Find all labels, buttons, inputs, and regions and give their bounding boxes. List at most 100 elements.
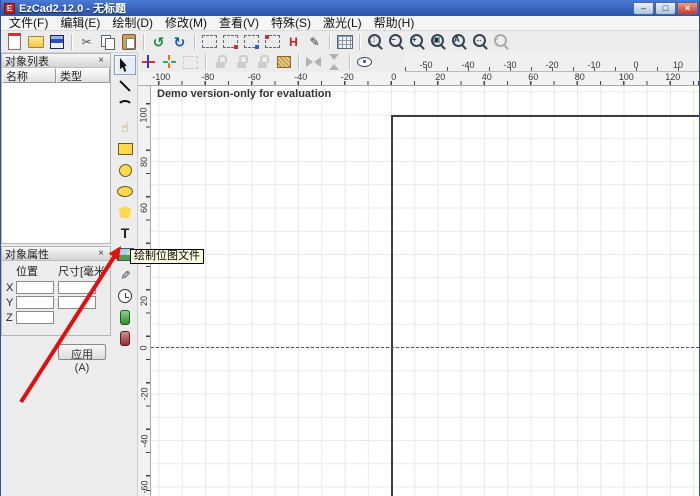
zoom-all-button[interactable]: A: [448, 32, 469, 52]
preview-button[interactable]: [354, 52, 375, 72]
zoom-window-button[interactable]: ▣: [427, 32, 448, 52]
new-file-button[interactable]: [4, 32, 25, 52]
toolbar-separator: [349, 54, 350, 70]
select-all-button[interactable]: [199, 32, 220, 52]
button-glyph: □: [370, 35, 375, 44]
object-list-body[interactable]: [2, 83, 110, 243]
select-copy-button[interactable]: [241, 32, 262, 52]
size-header: 尺寸[毫米]: [58, 263, 104, 279]
lock-z-button[interactable]: [252, 52, 273, 72]
ruler-label: 0: [615, 60, 657, 71]
zoom-previous-button[interactable]: ·: [490, 32, 511, 52]
point-tool[interactable]: ☝: [114, 118, 136, 138]
ruler-label: 120: [650, 72, 697, 85]
circle-tool[interactable]: [114, 160, 136, 180]
menu-bar: 文件(F) 编辑(E) 绘制(D) 修改(M) 查看(V) 特殊(S) 激光(L…: [1, 16, 700, 31]
ruler-label: 20: [417, 72, 464, 85]
snap-grid-button[interactable]: [180, 52, 201, 72]
ruler-label: -40: [278, 72, 325, 85]
lock-x-button[interactable]: [210, 52, 231, 72]
ruler-upper-fragment: -50-40-30-20-10010: [405, 52, 700, 72]
position-y-input[interactable]: [16, 296, 54, 309]
ruler-label-slot: 20: [138, 278, 150, 325]
copy-button[interactable]: [97, 32, 118, 52]
mirror-vertical-button[interactable]: [324, 52, 345, 72]
button-glyph: A: [454, 35, 460, 44]
ruler-label: 0: [371, 72, 418, 85]
ruler-label: 20: [139, 296, 149, 306]
menu-laser[interactable]: 激光(L): [317, 16, 368, 31]
menu-modify[interactable]: 修改(M): [159, 16, 213, 31]
apply-button[interactable]: 应用(A): [58, 344, 106, 360]
select-invert-button[interactable]: [220, 32, 241, 52]
horizontal-ruler: -100-80-60-40-20020406080100120: [138, 72, 700, 86]
column-name[interactable]: 名称: [2, 68, 56, 83]
delay-tool[interactable]: [114, 286, 136, 306]
mirror-horizontal-button[interactable]: [303, 52, 324, 72]
menu-special[interactable]: 特殊(S): [265, 16, 317, 31]
menu-edit[interactable]: 编辑(E): [54, 16, 106, 31]
select-delete-button[interactable]: [262, 32, 283, 52]
polygon-tool[interactable]: [114, 202, 136, 222]
edit-toolbar: [138, 52, 405, 72]
button-glyph: +: [412, 35, 417, 44]
redo-button[interactable]: ↻: [169, 32, 190, 52]
lock-y-button[interactable]: [231, 52, 252, 72]
hatch-button[interactable]: H: [283, 32, 304, 52]
ruler-label: 100: [603, 72, 650, 85]
menu-help[interactable]: 帮助(H): [368, 16, 421, 31]
position-x-input[interactable]: [16, 281, 54, 294]
zoom-select-button[interactable]: □: [364, 32, 385, 52]
button-glyph: ✂: [81, 35, 91, 49]
ruler-label: -20: [531, 60, 573, 71]
maximize-button[interactable]: □: [655, 2, 676, 15]
close-icon[interactable]: ×: [95, 55, 107, 67]
menu-view[interactable]: 查看(V): [213, 16, 265, 31]
ruler-label-slot: 100: [138, 92, 150, 139]
menu-draw[interactable]: 绘制(D): [106, 16, 159, 31]
rectangle-tool[interactable]: [114, 139, 136, 159]
zoom-out-button[interactable]: −: [385, 32, 406, 52]
undo-button[interactable]: ↺: [148, 32, 169, 52]
lock-group: [210, 52, 294, 72]
input-port-tool[interactable]: [114, 307, 136, 327]
menu-file[interactable]: 文件(F): [3, 16, 54, 31]
size-x-input[interactable]: [58, 281, 96, 294]
vector-file-tool[interactable]: ✎: [114, 265, 136, 285]
toolbar-separator: [329, 34, 330, 50]
select-tool[interactable]: [114, 55, 136, 75]
ruler-label: 60: [139, 203, 149, 213]
line-tool[interactable]: [114, 76, 136, 96]
button-glyph: ↻: [174, 35, 186, 49]
close-icon[interactable]: ×: [95, 248, 107, 260]
ruler-label-slot: -60: [138, 464, 150, 496]
output-port-tool[interactable]: [114, 328, 136, 348]
ruler-label-slot: -40: [138, 418, 150, 465]
toolbar-separator: [205, 54, 206, 70]
zoom-in-button[interactable]: +: [406, 32, 427, 52]
grid-button[interactable]: [334, 32, 355, 52]
column-type[interactable]: 类型: [56, 68, 110, 83]
window-button-glyph: –: [641, 4, 646, 13]
clipboard-group: ✂: [76, 32, 139, 52]
pen-param-button[interactable]: ✎: [304, 32, 325, 52]
ruler-label: 40: [464, 72, 511, 85]
axes-button[interactable]: [138, 52, 159, 72]
position-z-input[interactable]: [16, 311, 54, 324]
text-tool[interactable]: T: [114, 223, 136, 243]
curve-tool[interactable]: [114, 97, 136, 117]
pan-button[interactable]: ↔: [469, 32, 490, 52]
open-file-button[interactable]: [25, 32, 46, 52]
guides-button[interactable]: [159, 52, 180, 72]
cut-button[interactable]: ✂: [76, 32, 97, 52]
drawing-canvas[interactable]: Demo version-only for evaluation: [151, 86, 699, 496]
close-button[interactable]: ×: [677, 2, 698, 15]
x-label: X: [6, 282, 16, 294]
ellipse-tool[interactable]: [114, 181, 136, 201]
paste-button[interactable]: [118, 32, 139, 52]
fill-button[interactable]: [273, 52, 294, 72]
z-label: Z: [6, 312, 16, 324]
save-button[interactable]: [46, 32, 67, 52]
size-y-input[interactable]: [58, 296, 96, 309]
minimize-button[interactable]: –: [633, 2, 654, 15]
